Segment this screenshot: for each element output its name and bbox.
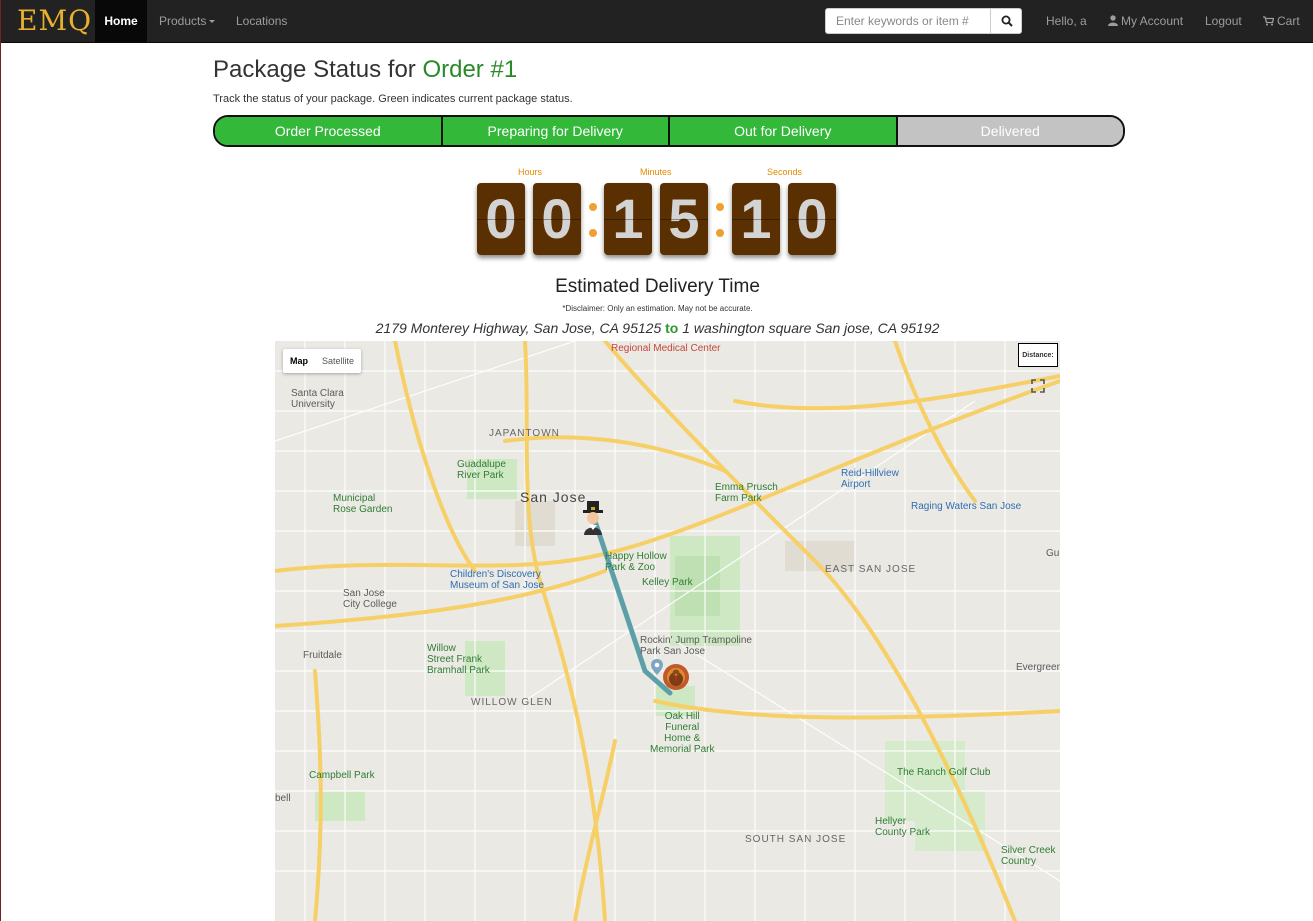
colon-dot [716,229,724,237]
top-navbar: EMQ Home Products Locations Hello, a My … [1,0,1313,43]
hours-digit-1: 0 [477,183,525,255]
delivery-map[interactable]: Map Satellite Distance: Regional Medical… [275,341,1060,921]
minutes-digit-1: 1 [604,183,652,255]
hours-label: Hours [518,167,543,177]
map-label-japantown: JAPANTOWN [489,428,560,439]
colon-dot [589,229,597,237]
map-label-oak-hill: Oak Hill Funeral Home & Memorial Park [650,711,715,755]
map-tab[interactable]: Map [283,349,315,373]
destination-turkey-marker-icon[interactable] [661,663,691,695]
seconds-digit-1: 1 [732,183,780,255]
colon-dot [716,203,724,211]
cart-icon [1263,16,1274,26]
map-label-ranch-golf-club: The Ranch Golf Club [897,767,991,778]
step-out-for-delivery: Out for Delivery [670,117,898,145]
map-base [275,341,1060,921]
map-label-hellyer-county-park: Hellyer County Park [875,816,931,838]
seconds-label: Seconds [767,167,803,177]
minutes-digit-2: 5 [660,183,708,255]
brand-logo[interactable]: EMQ [17,4,92,38]
map-label-municipal-rose-garden: Municipal Rose Garden [333,493,393,515]
map-label-guadalupe-river-park: Guadalupe River Park [457,459,506,481]
user-icon [1108,15,1118,26]
map-label-rockin-jump: Rockin' Jump Trampoline Park San Jose [640,635,752,657]
map-pin-icon [651,659,663,675]
map-label-gu: Gu [1046,548,1060,559]
step-preparing-for-delivery: Preparing for Delivery [442,117,670,145]
origin-pilgrim-marker-icon[interactable] [580,501,606,539]
map-label-bell: bell [275,793,291,804]
map-label-kelley-park: Kelley Park [642,577,693,588]
order-number: Order #1 [422,56,518,83]
distance-box: Distance: [1018,343,1058,367]
map-label-willow-street-park: Willow Street Frank Bramhall Park [427,643,490,676]
page-title-prefix: Package Status for [213,56,423,83]
map-label-evergreen: Evergreen [1016,662,1060,673]
nav-home[interactable]: Home [95,0,147,42]
pilgrim-icon [583,501,603,535]
map-label-san-jose: San Jose [520,489,587,505]
cart-label: Cart [1277,14,1300,28]
greeting-text: Hello, a [1046,14,1087,28]
page-title: Package Status for Order #1 [213,56,517,84]
map-label-emma-prusch-farm-park: Emma Prusch Farm Park [715,482,778,504]
hours-digit-2: 0 [533,183,581,255]
nav-products-label: Products [159,14,207,28]
map-label-fruitdale: Fruitdale [303,650,342,661]
page-subtitle: Track the status of your package. Green … [213,93,573,105]
search-icon [1001,15,1013,27]
nav-products-dropdown[interactable]: Products [147,0,227,42]
eta-title: Estimated Delivery Time [555,276,760,297]
status-progress-bar: Order Processed Preparing for Delivery O… [213,115,1125,147]
search-input[interactable] [825,8,991,34]
map-label-happy-hollow: Happy Hollow Park & Zoo [605,551,667,573]
map-label-south-san-jose: SOUTH SAN JOSE [745,834,847,845]
map-label-silver-creek: Silver Creek Country [1001,845,1056,867]
minutes-label: Minutes [640,167,672,177]
map-label-childrens-discovery-museum: Children's Discovery Museum of San Jose [450,569,544,591]
logout-link[interactable]: Logout [1193,0,1254,42]
my-account-link[interactable]: My Account [1096,0,1195,42]
eta-disclaimer: *Disclaimer: Only an estimation. May not… [562,304,753,313]
map-type-toggle: Map Satellite [283,349,362,373]
satellite-tab[interactable]: Satellite [315,349,361,373]
map-label-campbell-park: Campbell Park [309,770,375,781]
step-order-processed: Order Processed [215,117,443,145]
seconds-digit-2: 0 [788,183,836,255]
fullscreen-icon[interactable] [1028,376,1048,396]
search-button[interactable] [990,8,1022,34]
destination-address: 1 washington square San jose, CA 95192 [682,320,940,336]
route-to-word: to [665,320,679,336]
step-delivered: Delivered [897,117,1123,145]
nav-locations[interactable]: Locations [224,0,299,42]
map-label-raging-waters: Raging Waters San Jose [911,501,1022,512]
colon-dot [589,203,597,211]
origin-address: 2179 Monterey Highway, San Jose, CA 9512… [375,320,662,336]
turkey-icon [663,664,689,690]
map-label-willow-glen: WILLOW GLEN [471,697,553,708]
route-addresses: 2179 Monterey Highway, San Jose, CA 9512… [1,320,1313,336]
map-label-santa-clara-university: Santa Clara University [291,388,344,410]
map-label-reid-hillview-airport: Reid-Hillview Airport [841,468,899,490]
caret-down-icon [209,20,216,24]
my-account-label: My Account [1121,14,1184,28]
map-label-san-jose-city-college: San Jose City College [343,588,397,610]
map-label-regional-medical-center: Regional Medical Center [611,343,721,354]
map-label-east-san-jose: EAST SAN JOSE [825,564,917,575]
cart-link[interactable]: Cart [1251,0,1312,42]
